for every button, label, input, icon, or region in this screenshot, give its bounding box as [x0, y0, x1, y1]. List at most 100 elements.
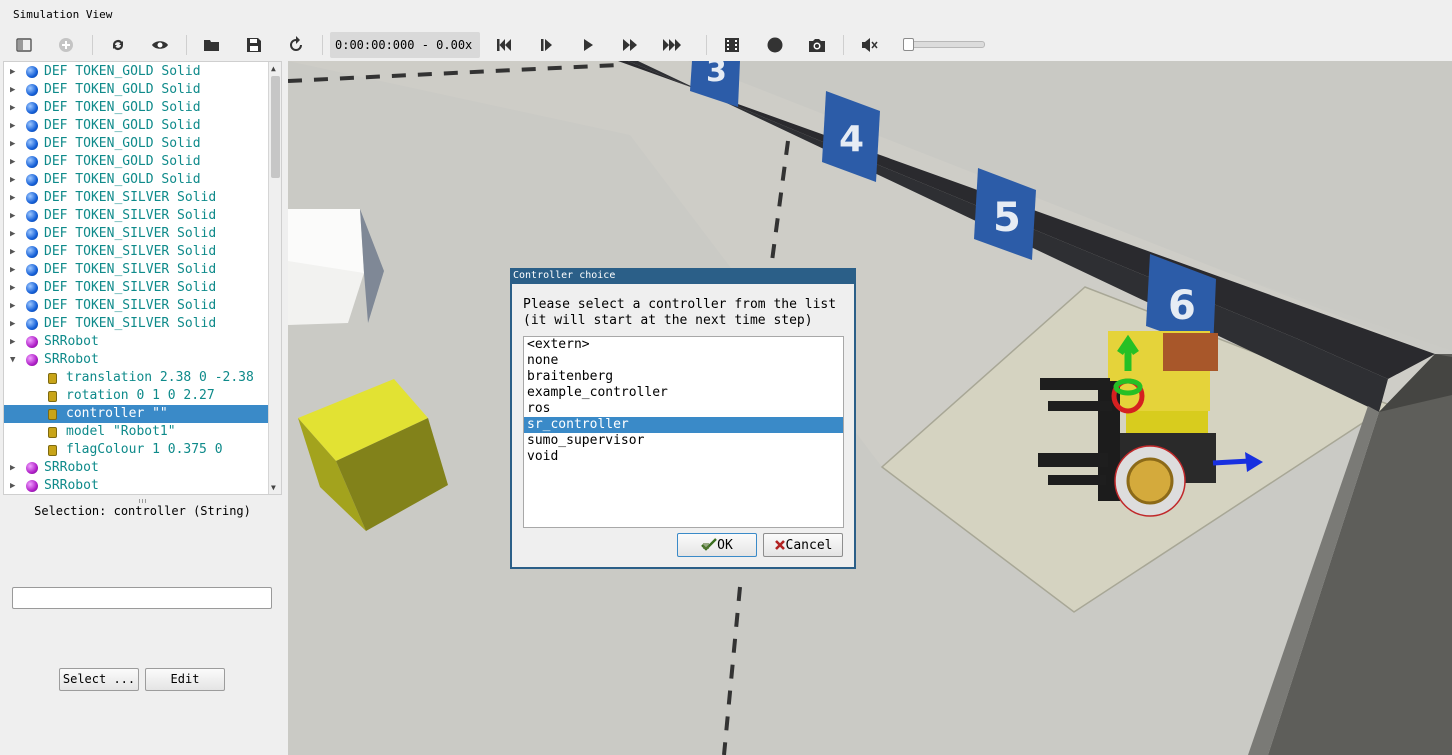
tree-item[interactable]: rotation 0 1 0 2.27 — [4, 387, 268, 405]
solid-node-icon — [26, 228, 38, 240]
reset-world-icon[interactable] — [285, 34, 307, 56]
solid-node-icon — [26, 300, 38, 312]
tree-item[interactable]: ▶ DEF TOKEN_GOLD Solid — [4, 153, 268, 171]
tree-item[interactable]: ▼ SRRobot — [4, 351, 268, 369]
solid-node-icon — [26, 174, 38, 186]
tree-item-label: DEF TOKEN_SILVER Solid — [44, 262, 217, 277]
controller-option[interactable]: void — [524, 449, 843, 465]
reload-icon[interactable] — [107, 34, 129, 56]
tree-item-label: DEF TOKEN_GOLD Solid — [44, 82, 201, 97]
controller-option[interactable]: sr_controller — [524, 417, 843, 433]
expand-arrow-right-icon[interactable]: ▶ — [10, 175, 15, 185]
tree-item-label: DEF TOKEN_SILVER Solid — [44, 208, 217, 223]
controller-list[interactable]: <extern> none braitenberg example_controlle… — [523, 336, 844, 528]
controller-option[interactable]: sumo_supervisor — [524, 433, 843, 449]
step-back-icon[interactable] — [493, 34, 515, 56]
select-button[interactable]: Select ... — [59, 668, 139, 691]
expand-arrow-right-icon[interactable]: ▶ — [10, 85, 15, 95]
expand-arrow-right-icon[interactable]: ▶ — [10, 319, 15, 329]
fastest-icon[interactable] — [661, 34, 683, 56]
tree-item[interactable]: ▶ DEF TOKEN_SILVER Solid — [4, 207, 268, 225]
robot-node-icon — [26, 480, 38, 492]
mute-icon[interactable] — [858, 34, 880, 56]
splitter-handle[interactable] — [3, 495, 282, 503]
solid-node-icon — [26, 84, 38, 96]
expand-arrow-right-icon[interactable]: ▶ — [10, 481, 15, 491]
tree-item[interactable]: ▶ DEF TOKEN_SILVER Solid — [4, 225, 268, 243]
controller-option[interactable]: example_controller — [524, 385, 843, 401]
record-animation-icon[interactable] — [764, 34, 786, 56]
tree-item-label: DEF TOKEN_GOLD Solid — [44, 154, 201, 169]
tree-item[interactable]: ▶ DEF TOKEN_GOLD Solid — [4, 99, 268, 117]
tree-item[interactable]: translation 2.38 0 -2.38 — [4, 369, 268, 387]
tree-item[interactable]: ▶ SRRobot — [4, 333, 268, 351]
expand-arrow-right-icon[interactable]: ▶ — [10, 283, 15, 293]
tree-item[interactable]: ▶ DEF TOKEN_GOLD Solid — [4, 63, 268, 81]
tree-item-label: DEF TOKEN_SILVER Solid — [44, 226, 217, 241]
expand-arrow-down-icon[interactable]: ▼ — [10, 355, 15, 365]
expand-arrow-right-icon[interactable]: ▶ — [10, 193, 15, 203]
scene-tree[interactable]: ▶ DEF TOKEN_GOLD Solid ▶ DEF TOKEN_GOLD Sol… — [3, 61, 282, 495]
scroll-down-icon[interactable]: ▼ — [271, 483, 276, 492]
solid-node-icon — [26, 156, 38, 168]
save-world-icon[interactable] — [243, 34, 265, 56]
open-world-icon[interactable] — [201, 34, 223, 56]
tree-item-label: DEF TOKEN_GOLD Solid — [44, 136, 201, 151]
expand-arrow-right-icon[interactable]: ▶ — [10, 301, 15, 311]
record-movie-icon[interactable] — [721, 34, 743, 56]
tree-item[interactable]: ▶ DEF TOKEN_SILVER Solid — [4, 261, 268, 279]
scene-tree-scrollbar[interactable]: ▲ ▼ — [268, 62, 281, 494]
cancel-button[interactable]: Cancel — [763, 533, 843, 557]
tree-item-label: rotation 0 1 0 2.27 — [66, 388, 215, 403]
run-icon[interactable] — [577, 34, 599, 56]
fast-icon[interactable] — [619, 34, 641, 56]
screenshot-icon[interactable] — [806, 34, 828, 56]
tree-item[interactable]: ▶ DEF TOKEN_GOLD Solid — [4, 81, 268, 99]
tree-item[interactable]: ▶ DEF TOKEN_SILVER Solid — [4, 279, 268, 297]
expand-arrow-right-icon[interactable]: ▶ — [10, 463, 15, 473]
solid-node-icon — [26, 138, 38, 150]
tree-item[interactable]: ▶ DEF TOKEN_SILVER Solid — [4, 189, 268, 207]
toggle-scene-tree-icon[interactable] — [13, 34, 35, 56]
field-icon — [48, 391, 57, 402]
expand-arrow-right-icon[interactable]: ▶ — [10, 247, 15, 257]
expand-arrow-right-icon[interactable]: ▶ — [10, 265, 15, 275]
ok-button[interactable]: OK — [677, 533, 757, 557]
tree-item[interactable]: model "Robot1" — [4, 423, 268, 441]
add-node-icon[interactable] — [55, 34, 77, 56]
tree-item-label: DEF TOKEN_SILVER Solid — [44, 316, 217, 331]
expand-arrow-right-icon[interactable]: ▶ — [10, 103, 15, 113]
expand-arrow-right-icon[interactable]: ▶ — [10, 157, 15, 167]
tree-item[interactable]: ▶ DEF TOKEN_GOLD Solid — [4, 117, 268, 135]
expand-arrow-right-icon[interactable]: ▶ — [10, 229, 15, 239]
tree-item[interactable]: ▶ DEF TOKEN_GOLD Solid — [4, 135, 268, 153]
controller-option[interactable]: braitenberg — [524, 369, 843, 385]
step-icon[interactable] — [535, 34, 557, 56]
expand-arrow-right-icon[interactable]: ▶ — [10, 211, 15, 221]
3d-viewport[interactable]: 3 4 5 6 — [288, 61, 1452, 755]
view-icon[interactable] — [149, 34, 171, 56]
scrollbar-thumb[interactable] — [271, 76, 280, 178]
controller-option[interactable]: none — [524, 353, 843, 369]
tree-item[interactable]: ▶ DEF TOKEN_GOLD Solid — [4, 171, 268, 189]
volume-slider-handle[interactable] — [903, 38, 914, 51]
expand-arrow-right-icon[interactable]: ▶ — [10, 337, 15, 347]
volume-slider[interactable] — [903, 38, 985, 51]
controller-option[interactable]: <extern> — [524, 337, 843, 353]
tree-item-label: flagColour 1 0.375 0 — [66, 442, 223, 457]
tree-item[interactable]: ▶ DEF TOKEN_SILVER Solid — [4, 243, 268, 261]
tree-item[interactable]: ▶ SRRobot — [4, 459, 268, 477]
tree-item[interactable]: controller "" — [4, 405, 268, 423]
scroll-up-icon[interactable]: ▲ — [271, 64, 276, 73]
tree-item[interactable]: flagColour 1 0.375 0 — [4, 441, 268, 459]
edit-button[interactable]: Edit — [145, 668, 225, 691]
controller-value-field[interactable] — [12, 587, 272, 609]
expand-arrow-right-icon[interactable]: ▶ — [10, 139, 15, 149]
expand-arrow-right-icon[interactable]: ▶ — [10, 121, 15, 131]
controller-option[interactable]: ros — [524, 401, 843, 417]
tree-item[interactable]: ▶ SRRobot — [4, 477, 268, 494]
tree-item[interactable]: ▶ DEF TOKEN_SILVER Solid — [4, 315, 268, 333]
tree-item[interactable]: ▶ DEF TOKEN_SILVER Solid — [4, 297, 268, 315]
expand-arrow-right-icon[interactable]: ▶ — [10, 67, 15, 77]
wall-label-6: 6 — [1168, 283, 1196, 329]
